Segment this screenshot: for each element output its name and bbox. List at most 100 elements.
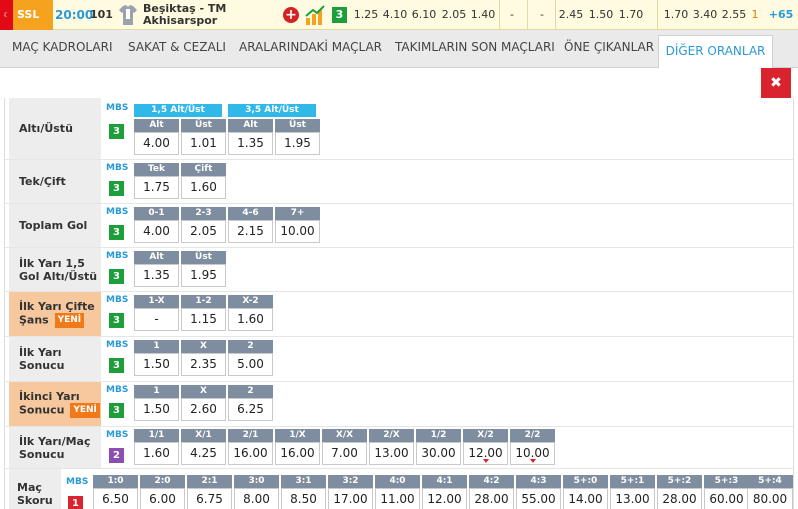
league-badge: SSL	[13, 0, 53, 30]
odd-option[interactable]: X/2 12.00	[463, 429, 508, 465]
odd-option[interactable]: Alt 4.00	[134, 119, 179, 155]
tab-injuries[interactable]: SAKAT & CEZALI	[128, 40, 226, 54]
odd-option[interactable]: 1-X -	[134, 295, 179, 331]
odd-cell[interactable]: 2.45	[556, 0, 586, 30]
mbs-caption: MBS	[66, 477, 89, 487]
more-odds-link[interactable]: +65	[764, 0, 798, 30]
close-button[interactable]: ✖	[761, 68, 791, 98]
odd-cell[interactable]: 1.40	[469, 0, 497, 30]
market-label: İlk Yarı Çifte Şans YENİ	[9, 292, 101, 336]
odd-option[interactable]: 5+:4 80.00	[747, 475, 793, 509]
market-label: Tek/Çift	[9, 160, 101, 203]
odd-option[interactable]: 2 6.25	[228, 385, 273, 421]
tab-squads[interactable]: MAÇ KADROLARI	[12, 40, 112, 54]
odd-cell[interactable]: 1.70	[662, 0, 690, 30]
odd-option[interactable]: 5+:0 14.00	[563, 475, 608, 509]
mbs-badge: 2	[109, 448, 124, 463]
odd-option[interactable]: Alt 1.35	[228, 119, 273, 155]
odd-cell[interactable]: 2.05	[439, 0, 469, 30]
mbs-badge: 3	[109, 124, 124, 139]
odd-option[interactable]: X 2.60	[181, 385, 226, 421]
odd-option[interactable]: X-2 1.60	[228, 295, 273, 331]
divider	[499, 0, 500, 30]
odd-option[interactable]: X/1 4.25	[181, 429, 226, 465]
tab-other-odds[interactable]: DİĞER ORANLAR	[658, 35, 773, 68]
mbs-caption: MBS	[106, 251, 129, 261]
turkey-flag-icon: ☾	[0, 0, 13, 30]
odd-option[interactable]: 1/1 1.60	[134, 429, 179, 465]
mbs-badge: 3	[332, 7, 347, 23]
odd-option[interactable]: 5+:2 28.00	[657, 475, 702, 509]
odd-option[interactable]: X 2.35	[181, 340, 226, 376]
odd-option[interactable]: 1:0 6.50	[93, 475, 138, 509]
odd-option[interactable]: 2/1 16.00	[228, 429, 273, 465]
odd-cell[interactable]: 1.70	[617, 0, 645, 30]
group-header: 1,5 Alt/Üst	[134, 104, 222, 117]
odd-cell[interactable]: -	[530, 0, 554, 30]
match-row[interactable]: ☾ SSL 20:00 101 Beşiktaş - TM Akhisarspo…	[0, 0, 798, 30]
tab-head-to-head[interactable]: ARALARINDAKİ MAÇLAR	[239, 40, 382, 54]
market-row: Altı/Üstü MBS 3 1,5 Alt/Üst 3,5 Alt/Üst …	[5, 98, 793, 160]
tab-bar: MAÇ KADROLARI SAKAT & CEZALI ARALARINDAK…	[0, 30, 798, 68]
odd-option[interactable]: 2:0 6.00	[140, 475, 185, 509]
odd-option[interactable]: 1/2 30.00	[416, 429, 461, 465]
market-row: İkinci Yarı Sonucu YENİ MBS 3 1 1.50 X 2.6…	[5, 382, 793, 427]
odd-option[interactable]: 3:1 8.50	[281, 475, 326, 509]
mbs-badge: 3	[109, 225, 124, 240]
odd-cell[interactable]: 2.55	[720, 0, 748, 30]
jersey-icon[interactable]	[118, 4, 138, 26]
market-row: Tek/Çift MBS 3 Tek 1.75 Çift 1.60	[5, 160, 793, 204]
odd-cell[interactable]: 3.40	[691, 0, 719, 30]
market-row: İlk Yarı Sonucu MBS 3 1 1.50 X 2.35 2 5.00	[5, 337, 793, 382]
odd-cell[interactable]: 6.10	[410, 0, 438, 30]
match-time: 20:00	[55, 8, 94, 22]
odd-option[interactable]: 3:2 17.00	[328, 475, 373, 509]
odd-option[interactable]: 5+:3 60.00	[704, 475, 749, 509]
match-teams[interactable]: Beşiktaş - TM Akhisarspor	[143, 0, 273, 30]
odd-option[interactable]: 4-6 2.15	[228, 207, 273, 243]
odd-option[interactable]: 2:1 6.75	[187, 475, 232, 509]
mbs-badge: 3	[109, 358, 124, 373]
odd-option[interactable]: 3:0 8.00	[234, 475, 279, 509]
mbs-badge: 3	[109, 403, 124, 418]
odd-option[interactable]: 1 1.50	[134, 385, 179, 421]
odd-option[interactable]: 4:3 55.00	[516, 475, 561, 509]
odd-option[interactable]: 1-2 1.15	[181, 295, 226, 331]
odd-option[interactable]: 5+:1 13.00	[610, 475, 655, 509]
odd-option[interactable]: Alt 1.35	[134, 251, 179, 287]
odd-option[interactable]: Tek 1.75	[134, 163, 179, 199]
odd-option[interactable]: 1 1.50	[134, 340, 179, 376]
odd-option[interactable]: 4:0 11.00	[375, 475, 420, 509]
odd-option[interactable]: 2/X 13.00	[369, 429, 414, 465]
market-label: İlk Yarı 1,5 Gol Altı/Üstü	[9, 248, 101, 291]
odd-option[interactable]: 2 5.00	[228, 340, 273, 376]
mbs-badge: 1	[68, 496, 83, 509]
health-cross-icon[interactable]: +	[283, 7, 299, 23]
odd-option[interactable]: 4:1 12.00	[422, 475, 467, 509]
statistics-icon[interactable]	[305, 4, 325, 26]
odd-option[interactable]: Üst 1.95	[275, 119, 320, 155]
odd-option[interactable]: 1/X 16.00	[275, 429, 320, 465]
odd-cell[interactable]: 4.10	[381, 0, 409, 30]
market-row: İlk Yarı Çifte Şans YENİ MBS 3 1-X - 1-2 1…	[5, 292, 793, 337]
mbs-caption: MBS	[106, 163, 129, 173]
odd-cell[interactable]: 1.25	[351, 0, 381, 30]
odd-option[interactable]: 4:2 28.00	[469, 475, 514, 509]
away-team: Akhisarspor	[143, 14, 218, 27]
mbs-caption: MBS	[106, 207, 129, 217]
odd-option[interactable]: Üst 1.01	[181, 119, 226, 155]
market-label: Maç Skoru	[9, 469, 61, 509]
market-label: Toplam Gol	[9, 204, 101, 247]
odd-cell[interactable]: -	[502, 0, 522, 30]
tab-recent-matches[interactable]: TAKIMLARIN SON MAÇLARI	[395, 40, 555, 54]
divider	[657, 0, 658, 30]
odd-option[interactable]: 2-3 2.05	[181, 207, 226, 243]
odd-cell[interactable]: 1.50	[587, 0, 615, 30]
odd-option[interactable]: 7+ 10.00	[275, 207, 320, 243]
odd-option[interactable]: 2/2 10.00	[510, 429, 555, 465]
odd-option[interactable]: Çift 1.60	[181, 163, 226, 199]
odd-option[interactable]: Üst 1.95	[181, 251, 226, 287]
odd-option[interactable]: X/X 7.00	[322, 429, 367, 465]
odd-option[interactable]: 0-1 4.00	[134, 207, 179, 243]
tab-highlights[interactable]: ÖNE ÇIKANLAR	[564, 40, 654, 54]
